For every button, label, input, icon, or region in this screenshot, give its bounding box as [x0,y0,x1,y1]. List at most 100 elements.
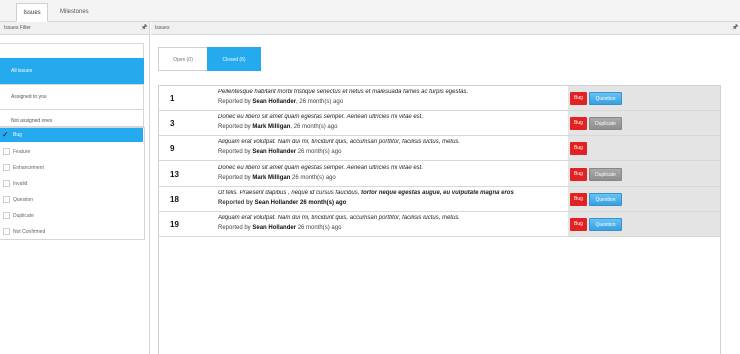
category-label: Feature [13,149,31,155]
reporter-name[interactable]: Sean Hollander [252,225,296,231]
checkbox[interactable] [3,228,10,235]
issue-row[interactable]: 1 Pellentesque habitant morbi tristique s… [159,86,720,111]
reporter-name[interactable]: Mark Milligan [252,124,290,130]
issue-title-emphasis: tortor neque egestas augue, eu vulputate… [361,189,514,196]
top-tab-bar: Issues Milestones [0,0,740,22]
bug-tag[interactable]: Bug [570,117,587,131]
filter-list: All issues Assigned to you Not assigned … [0,43,144,127]
question-tag[interactable]: Question [589,92,622,105]
question-tag[interactable]: Question [589,218,622,231]
issue-id: 3 [170,119,175,129]
bug-tag[interactable]: Bug [570,92,587,105]
reporter-name[interactable]: Sean Hollander [252,149,296,155]
category-label: Question [13,197,34,203]
issue-age: 26 month(s) ago [296,225,342,231]
category-item[interactable]: Duplicate [0,209,143,223]
bug-tag[interactable]: Bug [570,142,587,156]
pin-icon[interactable]: 🖈 [141,24,147,32]
issue-meta: Reported by Sean Hollander, 26 month(s) … [218,99,343,105]
issue-tags: Bug [568,136,720,161]
issue-row[interactable]: 19 Aliquam erat volutpat. Nam dui mi, tin… [159,212,720,237]
issue-tags: Bug Question [568,212,720,236]
duplicate-tag[interactable]: Duplicate [589,167,622,181]
category-label: Bug [13,132,22,138]
category-label: Invalid [13,181,28,187]
issue-meta: Reported by Sean Hollander 26 month(s) a… [218,200,346,206]
tab-closed[interactable]: Closed (6) [207,47,261,71]
pin-icon[interactable]: 🖈 [732,24,738,32]
checkbox[interactable] [3,212,10,219]
question-tag[interactable]: Question [589,192,622,206]
category-item[interactable]: ✓ Bug [0,128,143,142]
reported-by-label: Reported by [218,199,255,206]
issue-tags: Bug Question [568,186,720,211]
bug-tag[interactable]: Bug [570,192,587,206]
reported-by-label: Reported by [218,99,253,105]
issue-id: 19 [170,220,179,229]
issue-title[interactable]: Aliquam erat volutpat. Nam dui mi, tinci… [218,139,568,145]
issue-row[interactable]: 3 Donec eu libero sit amet quam egestas s… [159,111,720,137]
issue-tags: Bug Duplicate [568,111,720,136]
reported-by-label: Reported by [218,225,253,231]
reporter-name[interactable]: Sean Hollander [252,99,296,105]
issue-title-text: Ut felis. Praesent dapibus , neque id cu… [218,189,362,196]
tab-issues[interactable]: Issues [16,3,48,22]
checkbox[interactable] [3,196,10,203]
category-item[interactable]: Question [0,193,143,207]
issues-filter-header: Issues Filter 🖈 [0,22,149,35]
issue-age: , 26 month(s) ago [296,99,344,105]
issue-age: 26 month(s) ago [296,149,342,156]
bug-tag[interactable]: Bug [570,167,587,181]
issue-title[interactable]: Pellentesque habitant morbi tristique se… [218,89,568,95]
issues-title: Issues [155,25,170,31]
issue-title[interactable]: Donec eu libero sit amet quam egestas se… [218,114,568,120]
issue-title[interactable]: Donec eu libero sit amet quam egestas se… [218,165,568,171]
issue-row[interactable]: 13 Donec eu libero sit amet quam egestas … [159,161,720,187]
reported-by-label: Reported by [218,174,253,181]
issues-filter-panel: Issues Filter 🖈 All issues Assigned to y… [0,22,150,354]
issue-list: 1 Pellentesque habitant morbi tristique s… [158,85,721,354]
issue-title[interactable]: Ut felis. Praesent dapibus , neque id cu… [218,190,568,196]
issue-tags: Bug Duplicate [568,161,720,186]
reporter-name[interactable]: Sean Hollander 26 month(s) ago [255,200,347,206]
bug-tag[interactable]: Bug [570,218,587,231]
issue-meta: Reported by Mark Milligan, 26 month(s) a… [218,124,337,130]
duplicate-tag[interactable]: Duplicate [589,117,622,131]
checkbox[interactable] [3,148,10,155]
filter-assigned-to-you[interactable]: Assigned to you [0,85,144,110]
tab-open[interactable]: Open (0) [158,47,208,71]
issue-age: , 26 month(s) ago [290,124,338,131]
issue-id: 9 [170,144,175,154]
category-item[interactable]: Not Confirmed [0,225,143,239]
issue-row[interactable]: 18 Ut felis. Praesent dapibus , neque id … [159,186,720,212]
reported-by-label: Reported by [218,124,253,131]
issue-title[interactable]: Aliquam erat volutpat. Nam dui mi, tinci… [218,215,568,221]
checkbox[interactable] [3,180,10,187]
issues-filter-title: Issues Filter [4,25,31,31]
issues-header: Issues 🖈 [151,22,740,35]
issue-meta: Reported by Sean Hollander 26 month(s) a… [218,225,341,231]
issue-meta: Reported by Sean Hollander 26 month(s) a… [218,149,341,155]
reporter-name[interactable]: Mark Milligan [252,175,290,181]
category-label: Duplicate [13,213,34,219]
issue-id: 18 [170,194,179,204]
category-item[interactable]: Enhancement [0,161,143,175]
checkmark-icon[interactable]: ✓ [2,131,9,139]
issue-tags: Bug Question [568,86,720,110]
issues-panel: Issues 🖈 Open (0) Closed (6) 1 Pellentesq… [151,22,740,354]
issue-id: 13 [170,169,179,179]
category-label: Enhancement [13,165,44,171]
category-item[interactable]: Feature [0,145,143,159]
issue-id: 1 [170,94,175,103]
issue-row[interactable]: 9 Aliquam erat volutpat. Nam dui mi, tinc… [159,136,720,162]
issue-meta: Reported by Mark Milligan 26 month(s) ag… [218,175,336,181]
filter-all-issues[interactable]: All issues [0,58,144,85]
tab-milestones[interactable]: Milestones [52,3,97,22]
checkbox[interactable] [3,164,10,171]
filter-not-assigned[interactable]: Not assigned ones [0,110,144,128]
category-label: Not Confirmed [13,229,46,235]
reported-by-label: Reported by [218,149,253,156]
category-list: ✓ Bug Feature Enhancement Invalid Question Dup… [0,127,145,240]
category-item[interactable]: Invalid [0,177,143,191]
issue-age: 26 month(s) ago [290,174,336,181]
